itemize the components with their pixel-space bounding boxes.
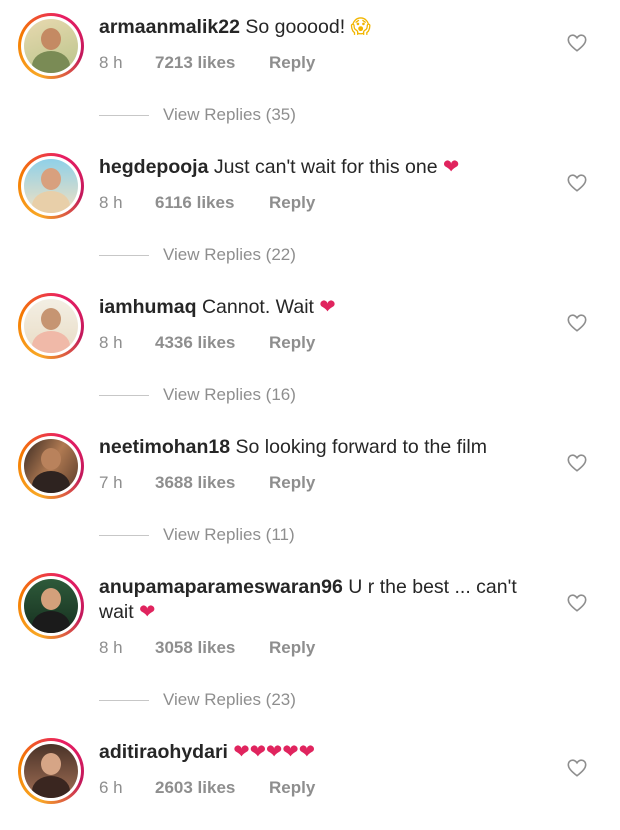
comment-time: 7 h: [99, 473, 123, 492]
comment-username[interactable]: hegdepooja: [99, 156, 208, 178]
comment-meta: 8 h 4336 likes Reply: [99, 333, 315, 353]
comment-text: So gooood!: [239, 16, 351, 38]
comment-username[interactable]: aditiraohydari: [99, 741, 228, 763]
divider: [99, 254, 149, 256]
comment-time: 6 h: [99, 778, 123, 797]
avatar[interactable]: [24, 439, 78, 493]
comment-text: Just can't wait for this one: [208, 156, 444, 178]
comment-username[interactable]: anupamaparameswaran96: [99, 576, 343, 598]
reply-button[interactable]: Reply: [269, 638, 315, 657]
comment-meta: 7 h 3688 likes Reply: [99, 473, 315, 493]
comment-likes[interactable]: 4336 likes: [155, 333, 269, 353]
view-replies-label: View Replies (16): [163, 385, 296, 404]
heart-emoji: ❤: [319, 296, 336, 318]
divider: [99, 534, 149, 536]
avatar[interactable]: [24, 299, 78, 353]
comment-likes[interactable]: 7213 likes: [155, 53, 269, 73]
heart-emoji: ❤: [139, 601, 156, 623]
avatar[interactable]: [24, 19, 78, 73]
heart-outline-icon[interactable]: [566, 312, 588, 334]
comment-likes[interactable]: 2603 likes: [155, 778, 269, 798]
comment-likes[interactable]: 6116 likes: [155, 193, 269, 213]
view-replies-label: View Replies (22): [163, 245, 296, 264]
divider: [99, 699, 149, 701]
comment-time: 8 h: [99, 193, 123, 212]
reply-button[interactable]: Reply: [269, 193, 315, 212]
view-replies-label: View Replies (23): [163, 690, 296, 709]
view-replies-button[interactable]: View Replies (35): [99, 103, 399, 127]
avatar[interactable]: [24, 744, 78, 798]
comment-time: 8 h: [99, 638, 123, 657]
view-replies-label: View Replies (11): [163, 525, 295, 544]
comment-meta: 8 h 7213 likes Reply: [99, 53, 315, 73]
view-replies-button[interactable]: View Replies (22): [99, 243, 399, 267]
view-replies-button[interactable]: View Replies (11): [99, 523, 399, 547]
comment-meta: 8 h 6116 likes Reply: [99, 193, 315, 213]
comment-username[interactable]: armaanmalik22: [99, 16, 240, 38]
story-ring[interactable]: [18, 153, 84, 219]
divider: [99, 394, 149, 396]
comment-meta: 6 h 2603 likes Reply: [99, 778, 315, 798]
comment-time: 8 h: [99, 333, 123, 352]
story-ring[interactable]: [18, 13, 84, 79]
story-ring[interactable]: [18, 433, 84, 499]
heart-outline-icon[interactable]: [566, 172, 588, 194]
heart-outline-icon[interactable]: [566, 32, 588, 54]
story-ring[interactable]: [18, 293, 84, 359]
divider: [99, 114, 149, 116]
story-ring[interactable]: [18, 738, 84, 804]
heart-outline-icon[interactable]: [566, 452, 588, 474]
comment-text: So looking forward to the film: [230, 436, 487, 458]
view-replies-button[interactable]: View Replies (16): [99, 383, 399, 407]
reply-button[interactable]: Reply: [269, 778, 315, 797]
heart-outline-icon[interactable]: [566, 757, 588, 779]
heart-outline-icon[interactable]: [566, 592, 588, 614]
comment-text: Cannot. Wait: [196, 296, 320, 318]
heart-emoji: ❤: [443, 156, 460, 178]
story-ring[interactable]: [18, 573, 84, 639]
avatar[interactable]: [24, 579, 78, 633]
comment-time: 8 h: [99, 53, 123, 72]
comment-username[interactable]: neetimohan18: [99, 436, 230, 458]
comment-meta: 8 h 3058 likes Reply: [99, 638, 315, 658]
comment-likes[interactable]: 3058 likes: [155, 638, 269, 658]
view-replies-button[interactable]: View Replies (23): [99, 688, 399, 712]
heart-emoji: ❤❤❤❤❤: [233, 741, 316, 763]
reply-button[interactable]: Reply: [269, 473, 315, 492]
comment-username[interactable]: iamhumaq: [99, 296, 197, 318]
reply-button[interactable]: Reply: [269, 333, 315, 352]
comment-likes[interactable]: 3688 likes: [155, 473, 269, 493]
reply-button[interactable]: Reply: [269, 53, 315, 72]
view-replies-label: View Replies (35): [163, 105, 296, 124]
scream-emoji: 😱: [350, 16, 371, 38]
avatar[interactable]: [24, 159, 78, 213]
